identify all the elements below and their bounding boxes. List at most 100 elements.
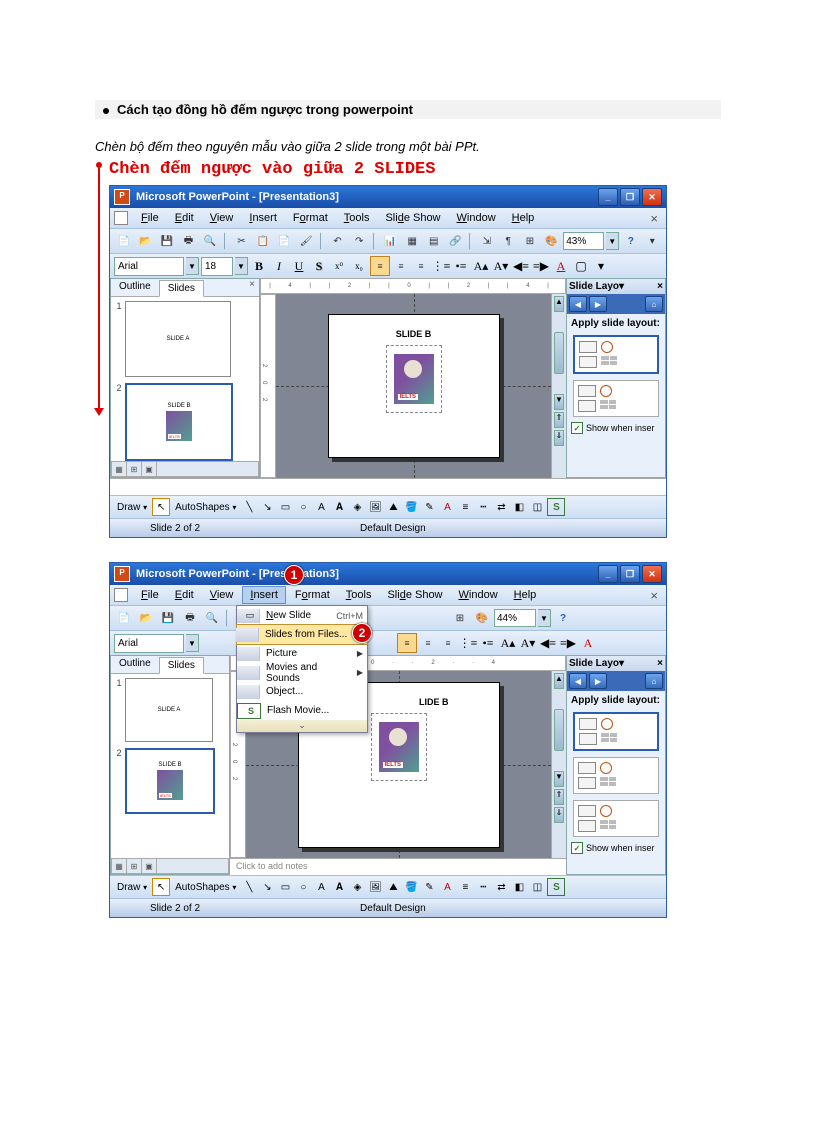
- vertical-scrollbar[interactable]: ▲ ▼ ⇑ ⇓: [551, 671, 566, 858]
- menu-tools[interactable]: Tools: [337, 210, 377, 226]
- print-icon[interactable]: 🖶: [179, 231, 199, 251]
- picture-icon[interactable]: ⛰: [385, 499, 401, 515]
- grid-icon[interactable]: ⊞: [520, 231, 540, 251]
- show-formatting-icon[interactable]: ¶: [499, 231, 519, 251]
- sorter-view-button[interactable]: ⊞: [127, 859, 142, 873]
- arrow-icon[interactable]: ↘: [259, 879, 275, 895]
- font-select[interactable]: Arial: [114, 634, 184, 653]
- new-icon[interactable]: 📄: [114, 608, 134, 628]
- bold-button[interactable]: B: [250, 257, 268, 275]
- help-icon[interactable]: ?: [553, 608, 573, 628]
- menu-view[interactable]: View: [203, 210, 241, 226]
- show-when-inserting-checkbox[interactable]: ✓Show when inser: [567, 839, 665, 857]
- menu-picture[interactable]: Picture ▶: [237, 644, 367, 663]
- zoom-input[interactable]: 43%: [563, 232, 604, 250]
- font-color-icon[interactable]: A: [439, 499, 455, 515]
- font-dropdown[interactable]: ▼: [186, 257, 199, 275]
- slide-thumbnail-1[interactable]: SLIDE A: [125, 301, 231, 377]
- clipart-placeholder[interactable]: [371, 713, 427, 781]
- align-left-button[interactable]: ≡: [397, 633, 417, 653]
- grid-icon[interactable]: ⊞: [450, 608, 470, 628]
- slide-thumbnail-2[interactable]: SLIDE B: [125, 748, 215, 814]
- font-color-button[interactable]: A: [552, 257, 570, 275]
- layout-option[interactable]: [573, 380, 659, 417]
- menu-window[interactable]: Window: [452, 587, 505, 603]
- titlebar[interactable]: P Microsoft PowerPoint - [Presentation3]…: [110, 563, 666, 585]
- slide[interactable]: SLIDE B: [328, 314, 500, 458]
- cut-icon[interactable]: ✂: [232, 231, 252, 251]
- numbering-button[interactable]: ⋮≡: [432, 257, 450, 275]
- oval-icon[interactable]: ○: [295, 879, 311, 895]
- minimize-button[interactable]: _: [598, 565, 618, 583]
- vertical-scrollbar[interactable]: ▲ ▼ ⇑ ⇓: [551, 294, 566, 478]
- decrease-font-button[interactable]: A▾: [492, 257, 510, 275]
- taskpane-close-button[interactable]: ×: [657, 281, 663, 292]
- paste-icon[interactable]: 📄: [275, 231, 295, 251]
- menu-insert[interactable]: Insert: [242, 586, 286, 604]
- 3d-style-icon[interactable]: ◫: [529, 499, 545, 515]
- align-center-button[interactable]: ≡: [392, 257, 410, 275]
- slide-thumbnail-2[interactable]: SLIDE B: [125, 383, 233, 461]
- menu-file[interactable]: File: [134, 210, 166, 226]
- layout-option[interactable]: [573, 800, 659, 837]
- outline-tab[interactable]: Outline: [111, 656, 159, 673]
- diagram-icon[interactable]: ◈: [349, 879, 365, 895]
- menu-slideshow[interactable]: Slide Show: [378, 210, 447, 226]
- underline-button[interactable]: U: [290, 257, 308, 275]
- taskpane-back-button[interactable]: ◀: [569, 673, 587, 689]
- toolbar-options-icon[interactable]: ▾: [643, 231, 663, 251]
- draw-menu[interactable]: Draw ▾: [114, 882, 150, 893]
- select-arrow-icon[interactable]: ↖: [152, 498, 170, 516]
- dash-style-icon[interactable]: ┅: [475, 879, 491, 895]
- align-right-button[interactable]: ≡: [439, 634, 457, 652]
- font-select[interactable]: Arial: [114, 257, 184, 276]
- font-color-button[interactable]: A: [579, 634, 597, 652]
- textbox-icon[interactable]: A: [313, 879, 329, 895]
- increase-indent-button[interactable]: ≡▶: [532, 257, 550, 275]
- flash-icon[interactable]: S: [547, 498, 565, 516]
- menu-expand-chevron[interactable]: ⌄: [237, 720, 367, 732]
- italic-button[interactable]: I: [270, 257, 288, 275]
- flash-icon[interactable]: S: [547, 878, 565, 896]
- menu-window[interactable]: Window: [450, 210, 503, 226]
- color-icon[interactable]: 🎨: [472, 608, 492, 628]
- layout-option[interactable]: [573, 757, 659, 794]
- increase-indent-button[interactable]: ≡▶: [559, 634, 577, 652]
- print-icon[interactable]: 🖶: [180, 608, 200, 628]
- superscript-button[interactable]: x⁰: [330, 257, 348, 275]
- taskpane-close-button[interactable]: ×: [657, 658, 663, 669]
- clipart-icon[interactable]: 🖼: [367, 499, 383, 515]
- line-icon[interactable]: ╲: [241, 879, 257, 895]
- save-icon[interactable]: 💾: [157, 231, 177, 251]
- menu-help[interactable]: Help: [505, 210, 542, 226]
- taskpane-back-button[interactable]: ◀: [569, 296, 587, 312]
- menu-view[interactable]: View: [203, 587, 241, 603]
- align-right-button[interactable]: ≡: [412, 257, 430, 275]
- undo-icon[interactable]: ↶: [328, 231, 348, 251]
- align-center-button[interactable]: ≡: [419, 634, 437, 652]
- shadow-style-icon[interactable]: ◧: [511, 499, 527, 515]
- minimize-button[interactable]: _: [598, 188, 618, 206]
- align-left-button[interactable]: ≡: [370, 256, 390, 276]
- zoom-dropdown[interactable]: ▼: [538, 609, 551, 627]
- slide-thumbnail-1[interactable]: SLIDE A: [125, 678, 213, 742]
- menu-edit[interactable]: Edit: [168, 210, 201, 226]
- zoom-dropdown[interactable]: ▼: [606, 232, 619, 250]
- titlebar[interactable]: P Microsoft PowerPoint - [Presentation3]…: [110, 186, 666, 208]
- increase-font-button[interactable]: A▴: [472, 257, 490, 275]
- menu-slideshow[interactable]: Slide Show: [380, 587, 449, 603]
- draw-menu[interactable]: Draw ▾: [114, 502, 150, 513]
- format-painter-icon[interactable]: 🖌: [296, 231, 316, 251]
- font-color-icon[interactable]: A: [439, 879, 455, 895]
- picture-icon[interactable]: ⛰: [385, 879, 401, 895]
- hyperlink-icon[interactable]: 🔗: [446, 231, 466, 251]
- wordart-icon[interactable]: 𝐀: [331, 499, 347, 515]
- doc-close-button[interactable]: ×: [646, 211, 662, 226]
- fill-color-icon[interactable]: 🪣: [403, 879, 419, 895]
- bullets-button[interactable]: •≡: [452, 257, 470, 275]
- menu-edit[interactable]: Edit: [168, 587, 201, 603]
- rectangle-icon[interactable]: ▭: [277, 499, 293, 515]
- chart-icon[interactable]: 📊: [381, 231, 401, 251]
- slideshow-view-button[interactable]: ▣: [142, 859, 157, 873]
- menu-new-slide[interactable]: ▭ New Slide Ctrl+M: [237, 606, 367, 625]
